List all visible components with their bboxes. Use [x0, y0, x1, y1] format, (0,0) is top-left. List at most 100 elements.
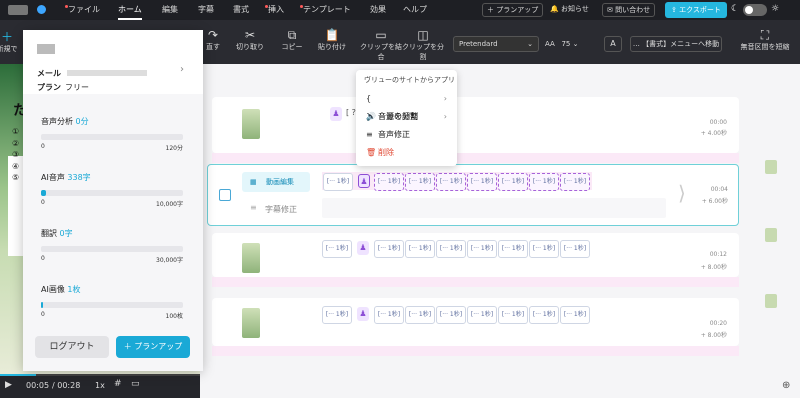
menu-file[interactable]: ファイル	[65, 0, 100, 20]
chevron-right-icon[interactable]: ›	[180, 64, 184, 75]
subtitle-chip[interactable]: [··· 1秒]	[529, 240, 559, 258]
row-checkbox[interactable]	[219, 189, 231, 201]
subtitle-chip[interactable]: [··· 1秒]	[405, 306, 435, 324]
speaker-icon: 🔊	[366, 112, 376, 121]
quota-min: 0	[41, 199, 45, 206]
subtitle-chip[interactable]: [··· 1秒]	[374, 240, 404, 258]
menu-format[interactable]: 書式	[233, 0, 249, 20]
account-popup: メール › プラン フリー 音声分析 0分 120分 0 AI音声 338字 10…	[23, 30, 203, 371]
subtitle-chip[interactable]: [··· 1秒]	[467, 240, 497, 258]
menu-edit[interactable]: 編集	[162, 0, 178, 20]
grid-icon[interactable]: #	[114, 379, 122, 389]
menu-home[interactable]: ホーム	[118, 0, 142, 20]
subtitle-chip[interactable]: [··· 1秒]	[560, 240, 590, 258]
clip-duration: + 8.00秒	[700, 264, 727, 271]
caption-icon[interactable]: ▭	[131, 379, 140, 389]
new-label: 新規で	[0, 45, 18, 53]
subtitle-chip[interactable]: [··· 1秒]	[498, 240, 528, 258]
subtitle-chip[interactable]: [··· 1秒]	[436, 306, 466, 324]
theme-toggle[interactable]	[743, 4, 767, 16]
silent-shorten-button[interactable]: ⛶ 無音区間を短縮	[740, 28, 790, 52]
play-icon[interactable]: ▶	[5, 380, 12, 390]
account-icon[interactable]	[35, 3, 48, 16]
subtitle-chip[interactable]: [··· 1秒]	[529, 173, 559, 191]
mail-label: メール	[37, 69, 61, 78]
menu-subtitle[interactable]: 字幕	[198, 0, 214, 20]
subtitle-fix-label[interactable]: 字幕修正	[265, 204, 297, 215]
subtitle-chip[interactable]: [··· 1秒]	[405, 173, 435, 191]
subtitle-chip[interactable]: [··· 1秒]	[498, 306, 528, 324]
quota-name: 翻訳	[41, 229, 57, 238]
export-button[interactable]: ⇪ エクスポート	[665, 2, 727, 18]
quota-max: 100枚	[165, 313, 183, 320]
plan-value: フリー	[65, 83, 89, 92]
voice-icon[interactable]: ♟	[357, 241, 369, 255]
new-button[interactable]: ＋新規で	[0, 30, 22, 54]
quota-max: 30,000字	[156, 257, 183, 264]
upgrade-button[interactable]: ＋ プランアップ	[116, 336, 190, 358]
subtitle-chip[interactable]: [··· 1秒]	[322, 240, 352, 258]
mail-icon: ✉	[607, 6, 613, 14]
copy-button[interactable]: ⧉ コピー	[272, 28, 312, 52]
text-style-button[interactable]: A	[604, 36, 622, 52]
clip-time: 00:12	[709, 251, 727, 258]
voice-icon[interactable]: ♟	[357, 307, 369, 321]
format-menu-label: 【書式】メニューへ移動	[642, 40, 720, 48]
menu-item-volume[interactable]: 🔊 音量の調整 ›	[356, 108, 457, 126]
notice-button[interactable]: 🔔 お知らせ	[546, 3, 593, 17]
menu-template[interactable]: テンプレート	[300, 0, 351, 20]
subtitle-edit-field[interactable]	[322, 198, 666, 218]
plan-up-button[interactable]: ＋ プランアップ	[482, 3, 544, 17]
quota-bar	[41, 190, 183, 196]
menu-item-label: 音量の調整	[378, 112, 418, 121]
menu-effects[interactable]: 効果	[370, 0, 386, 20]
subtitle-chip[interactable]: [··· 1秒]	[467, 173, 497, 191]
clip-row-1[interactable]: ♟ [ ? 00:00 + 4.00秒	[212, 97, 739, 153]
side-thumbnail	[765, 294, 777, 308]
menu-insert[interactable]: 挿入	[265, 0, 284, 20]
top-menu-bar: ファイル ホーム 編集 字幕 書式 挿入 テンプレート 効果 ヘルプ ＋ プラン…	[0, 0, 800, 20]
subtitle-fix-icon: ≡	[250, 203, 257, 212]
upgrade-label: プランアップ	[134, 342, 183, 351]
subtitle-chip[interactable]: [··· 1秒]	[560, 306, 590, 324]
subtitle-chip[interactable]: [··· 1秒]	[498, 173, 528, 191]
quota-name: AI画像	[41, 285, 65, 294]
logout-button[interactable]: ログアウト	[35, 336, 109, 358]
bell-icon: 🔔	[550, 5, 559, 13]
plan-label: プラン	[37, 83, 61, 92]
subtitle-chip[interactable]: [··· 1秒]	[467, 306, 497, 324]
contact-button[interactable]: ✉ 問い合わせ	[602, 3, 656, 17]
subtitle-chip[interactable]: [··· 1秒]	[436, 240, 466, 258]
quota-title: 音声分析 0分	[41, 116, 89, 127]
subtitle-chip[interactable]: [··· 1秒]	[374, 306, 404, 324]
paste-button[interactable]: 📋 貼り付け	[312, 28, 352, 52]
subtitle-chip[interactable]: [··· 1秒]	[436, 173, 466, 191]
menu-item-delete[interactable]: 🗑 削除	[356, 144, 457, 162]
bracket-icon: ⟩	[678, 181, 686, 205]
subtitle-chip[interactable]: [··· 1秒]	[322, 306, 352, 324]
clip-duration: + 6.00秒	[701, 198, 728, 205]
subtitle-chip[interactable]: [··· 1秒]	[560, 173, 590, 191]
font-size-field[interactable]: AA 75 ⌄	[545, 36, 595, 52]
fullscreen-icon[interactable]: ⊕	[782, 380, 790, 391]
subtitle-chip[interactable]: [··· 1秒]	[374, 173, 404, 191]
subtitle-chip[interactable]: [··· 1秒]	[405, 240, 435, 258]
menu-help[interactable]: ヘルプ	[403, 0, 427, 20]
video-edit-button[interactable]: ▦ 動画編集	[242, 172, 310, 192]
font-select[interactable]: Pretendard ⌄	[453, 36, 539, 52]
plus-icon: ＋	[123, 342, 135, 351]
split-clip-button[interactable]: ◫ クリップを分割	[402, 28, 444, 62]
voice-icon[interactable]: ♟	[330, 107, 342, 121]
speed-button[interactable]: 1x	[95, 381, 105, 390]
voice-icon[interactable]: ♟	[358, 174, 370, 188]
silent-shorten-label: 無音区間を短縮	[740, 43, 790, 51]
subtitle-chip[interactable]: [··· 1秒]	[323, 173, 353, 191]
merge-clip-button[interactable]: ▭ クリップを結合	[360, 28, 402, 62]
menu-item-voice-fix[interactable]: ≡ 音声修正	[356, 126, 457, 144]
progress-track[interactable]	[0, 374, 200, 376]
clip-time: 00:20	[709, 320, 727, 327]
subtitle-chip[interactable]: [··· 1秒]	[529, 306, 559, 324]
format-menu-button[interactable]: … 【書式】メニューへ移動	[630, 36, 722, 52]
cut-button[interactable]: ✂ 切り取り	[230, 28, 270, 52]
menu-item-split-audio[interactable]: { } 音源を分割 ›	[356, 90, 457, 121]
